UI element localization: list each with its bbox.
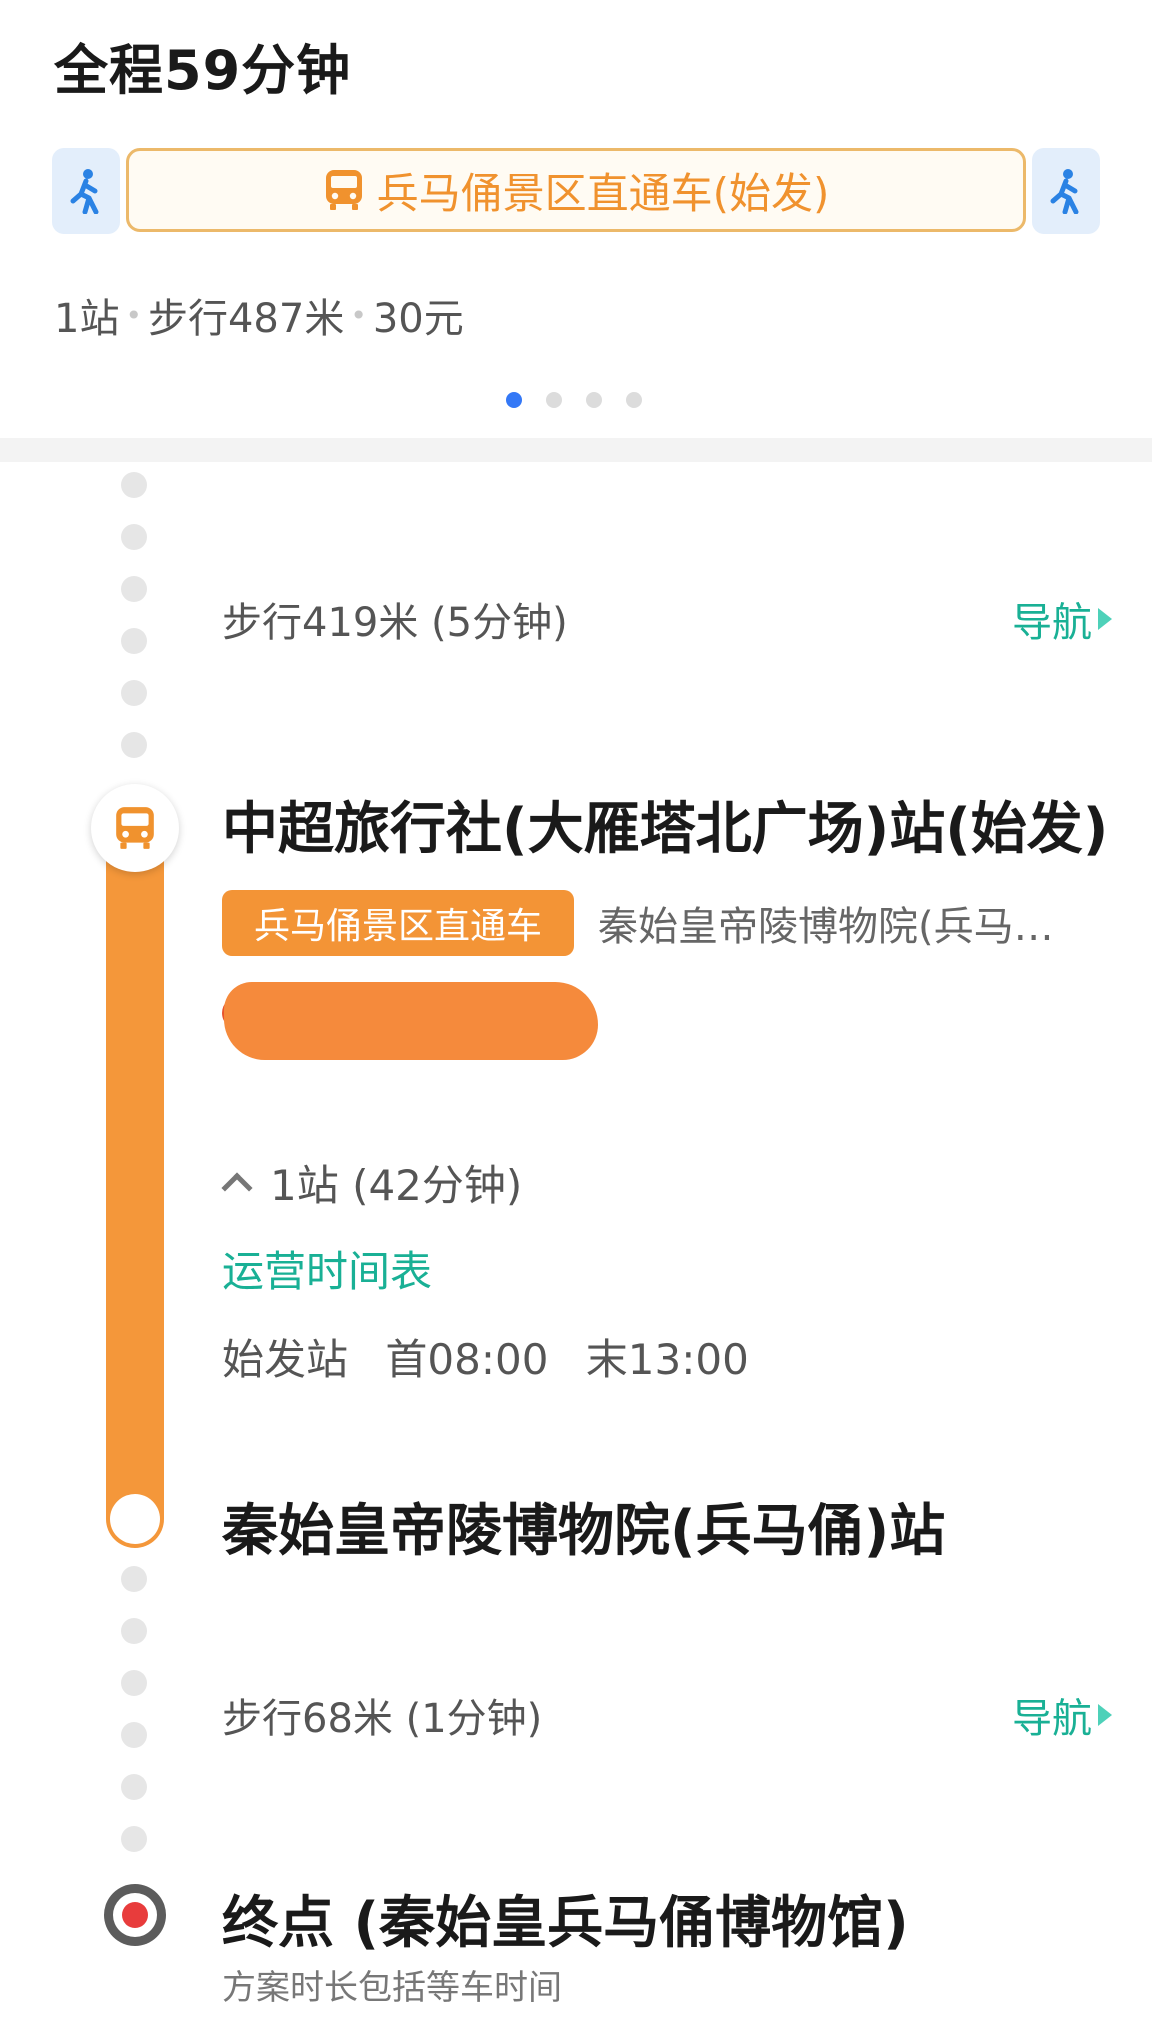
page-dot-1[interactable]: [506, 392, 522, 408]
destination-icon: [104, 1884, 166, 1946]
bus-line-chip[interactable]: 兵马俑景区直通车(始发): [126, 148, 1026, 232]
meta-separator: •: [350, 298, 367, 332]
alight-stop-marker: [110, 1494, 160, 1544]
route-summary-card[interactable]: 全程59分钟 兵马俑景区直通车(始发) 1站 • 步行487米 • 30元: [0, 0, 1152, 438]
stops-toggle-label: 1站 (42分钟): [270, 1161, 523, 1210]
page-dot-2[interactable]: [546, 392, 562, 408]
walk-step-text: 步行419米 (5分钟): [222, 600, 568, 646]
board-stop-name[interactable]: 中超旅行社(大雁塔北广场)站(始发): [222, 784, 1112, 865]
walk-path-dot: [121, 1722, 147, 1748]
page-dot-4[interactable]: [626, 392, 642, 408]
walk-path-dot: [121, 628, 147, 654]
duration-note: 方案时长包括等车时间: [222, 1968, 562, 2008]
walk-path-dot: [121, 1566, 147, 1592]
meta-separator: •: [125, 298, 142, 332]
walk-path-dot: [121, 1774, 147, 1800]
walk-segment-chip-end: [1032, 148, 1100, 234]
walk-path-dot: [121, 1618, 147, 1644]
board-stop-marker: [91, 784, 179, 872]
walk-path-dot: [121, 472, 147, 498]
chevron-right-icon: [1098, 608, 1112, 630]
alight-stop-name[interactable]: 秦始皇帝陵博物院(兵马俑)站: [222, 1486, 1112, 1567]
pagination-dots[interactable]: [506, 392, 642, 408]
total-time: 全程59分钟: [54, 39, 352, 102]
navigate-button[interactable]: 导航: [1012, 1686, 1112, 1744]
walk-path-dot: [121, 524, 147, 550]
bus-chip-label: 兵马俑景区直通车(始发): [376, 168, 830, 218]
bus-icon: [116, 807, 154, 849]
chevron-right-icon: [1098, 1704, 1112, 1726]
stops-expand-toggle[interactable]: 1站 (42分钟): [221, 1152, 523, 1213]
walk-step-1: 步行419米 (5分钟) 导航: [222, 590, 1112, 648]
walk-segment-chip-start: [52, 148, 120, 234]
page-dot-3[interactable]: [586, 392, 602, 408]
section-divider: [0, 438, 1152, 462]
stop-count: 1站: [54, 296, 120, 342]
walk-distance: 步行487米: [147, 296, 345, 342]
walk-path-dot: [121, 1670, 147, 1696]
destination-title: 终点 (秦始皇兵马俑博物馆): [222, 1891, 909, 1956]
first-station-label: 始发站: [222, 1335, 349, 1384]
bus-line-badge[interactable]: 兵马俑景区直通车: [222, 890, 574, 956]
navigate-button[interactable]: 导航: [1012, 590, 1112, 648]
operating-hours: 始发站 首08:00 末13:00: [222, 1326, 749, 1387]
walk-step-2: 步行68米 (1分钟) 导航: [222, 1686, 1112, 1744]
route-meta: 1站 • 步行487米 • 30元: [54, 286, 464, 344]
bus-icon: [323, 168, 365, 212]
walk-icon: [1050, 169, 1079, 214]
walk-path-dot: [121, 680, 147, 706]
bus-segment-line: [106, 826, 164, 1548]
walk-path-dot: [121, 576, 147, 602]
walk-step-text: 步行68米 (1分钟): [222, 1696, 543, 1742]
walk-icon: [70, 169, 99, 214]
walk-path-dot: [121, 732, 147, 758]
fare: 30元: [372, 296, 464, 342]
chevron-up-icon: [221, 1171, 253, 1204]
last-bus-time: 末13:00: [585, 1335, 749, 1384]
walk-path-dot: [121, 1826, 147, 1852]
navigate-label: 导航: [1012, 600, 1092, 646]
redaction-mark: [224, 982, 598, 1060]
timetable-link[interactable]: 运营时间表: [222, 1238, 432, 1299]
bus-direction: 秦始皇帝陵博物院(兵马俑)方向: [598, 904, 1078, 950]
navigate-label: 导航: [1012, 1696, 1092, 1742]
first-bus-time: 首08:00: [385, 1335, 549, 1384]
